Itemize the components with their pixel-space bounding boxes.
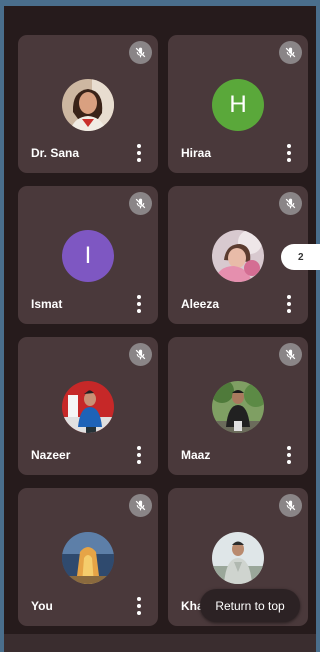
more-vertical-icon[interactable] [136, 597, 142, 615]
page-indicator[interactable]: 2 [281, 244, 320, 270]
more-vertical-icon[interactable] [286, 144, 292, 162]
mic-off-icon [279, 343, 302, 366]
participant-name: Ismat [31, 297, 63, 311]
mic-off-icon [129, 343, 152, 366]
avatar-letter: H [212, 79, 264, 131]
avatar-photo [62, 381, 114, 433]
participant-name: Nazeer [31, 448, 71, 462]
participant-tile-nazeer[interactable]: Nazeer [18, 337, 158, 475]
more-vertical-icon[interactable] [286, 295, 292, 313]
participant-name: Aleeza [181, 297, 220, 311]
participant-tile-maaz[interactable]: Maaz [168, 337, 308, 475]
mic-off-icon [279, 192, 302, 215]
bottom-bar [4, 634, 316, 652]
participant-name: Dr. Sana [31, 146, 80, 160]
participant-name: You [31, 599, 53, 613]
more-vertical-icon[interactable] [136, 446, 142, 464]
avatar-photo [62, 532, 114, 584]
more-vertical-icon[interactable] [286, 446, 292, 464]
participant-name: Hiraa [181, 146, 212, 160]
participant-tile-you[interactable]: You [18, 488, 158, 626]
avatar-photo [212, 230, 264, 282]
participant-tile-dr-sana[interactable]: Dr. Sana [18, 35, 158, 173]
mic-off-icon [279, 41, 302, 64]
return-to-top-button[interactable]: Return to top [200, 589, 300, 622]
mic-off-icon [279, 494, 302, 517]
more-vertical-icon[interactable] [136, 295, 142, 313]
avatar-photo [212, 381, 264, 433]
mic-off-icon [129, 494, 152, 517]
avatar-photo [212, 532, 264, 584]
mic-off-icon [129, 192, 152, 215]
more-vertical-icon[interactable] [136, 144, 142, 162]
participant-tile-ismat[interactable]: I Ismat [18, 186, 158, 324]
meeting-grid: Dr. Sana H Hiraa I Ismat Aleeza Nazeer M… [4, 6, 316, 652]
avatar-letter: I [62, 230, 114, 282]
mic-off-icon [129, 41, 152, 64]
avatar-photo [62, 79, 114, 131]
participant-name: Maaz [181, 448, 211, 462]
participant-tile-hiraa[interactable]: H Hiraa [168, 35, 308, 173]
